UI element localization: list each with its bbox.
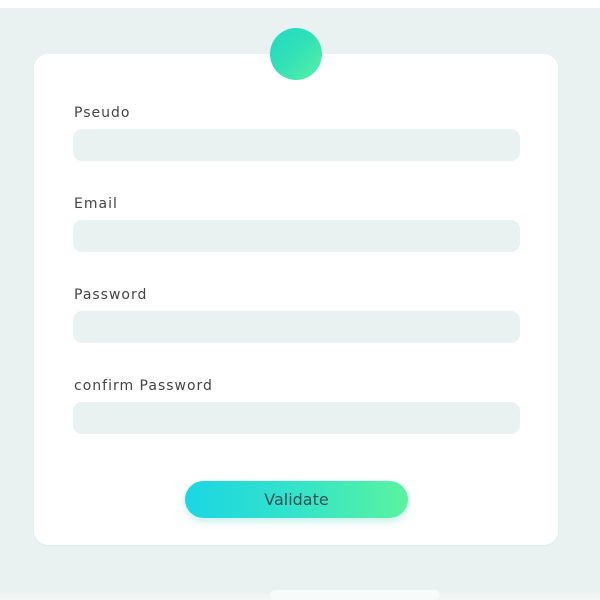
confirm-password-label: confirm Password xyxy=(74,378,213,394)
bottom-blur xyxy=(270,590,440,600)
email-input[interactable] xyxy=(73,220,520,252)
password-input[interactable] xyxy=(73,311,520,343)
email-label: Email xyxy=(74,196,118,212)
pseudo-label: Pseudo xyxy=(74,105,131,121)
confirm-password-input[interactable] xyxy=(73,402,520,434)
password-label: Password xyxy=(74,287,148,303)
validate-button[interactable]: Validate xyxy=(185,481,408,518)
avatar-circle-icon xyxy=(270,28,322,80)
pseudo-input[interactable] xyxy=(73,129,520,161)
